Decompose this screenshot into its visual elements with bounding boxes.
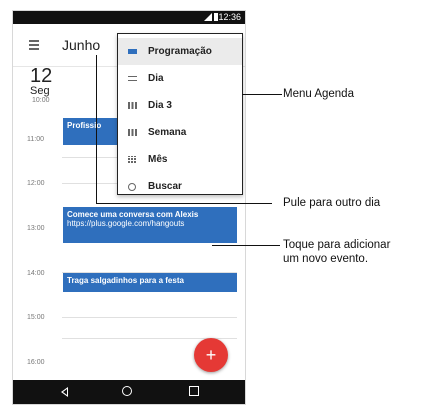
back-icon[interactable] <box>61 387 68 397</box>
menu-item-label: Dia 3 <box>148 100 172 111</box>
menu-item-label: Semana <box>148 127 187 138</box>
search-icon <box>128 183 136 191</box>
day-name[interactable]: Seg <box>30 85 50 97</box>
menu-item-label: Dia <box>148 73 164 84</box>
day-view-icon <box>128 76 137 81</box>
hamburger-menu-icon[interactable] <box>29 41 39 49</box>
week-icon <box>128 129 137 136</box>
menu-item-buscar[interactable]: Buscar <box>118 173 242 200</box>
callout-line <box>96 55 97 204</box>
menu-item-dia[interactable]: Dia <box>118 65 242 92</box>
event-title: Traga salgadinhos para a festa <box>67 276 184 285</box>
month-icon <box>128 156 137 163</box>
hour-label: 13:00 <box>27 225 45 232</box>
callout-line <box>212 245 280 246</box>
hour-label: 14:00 <box>27 270 45 277</box>
three-day-icon <box>128 102 137 109</box>
status-time: 12:36 <box>218 12 241 22</box>
menu-item-label: Mês <box>148 154 168 165</box>
view-menu: Programação Dia Dia 3 Semana Mês Buscar <box>117 33 243 195</box>
battery-icon <box>214 13 218 21</box>
event-title: Profissio <box>67 121 102 130</box>
home-icon[interactable] <box>122 386 132 396</box>
hour-label: 12:00 <box>27 180 45 187</box>
menu-item-semana[interactable]: Semana <box>118 119 242 146</box>
menu-item-mes[interactable]: Mês <box>118 146 242 173</box>
event-link: https://plus.google.com/hangouts <box>67 219 185 228</box>
menu-item-dia-3[interactable]: Dia 3 <box>118 92 242 119</box>
callout-line <box>242 94 282 95</box>
hour-label: 10:00 <box>32 97 50 104</box>
hour-gridline <box>62 317 237 318</box>
callout-add-event-line2: um novo evento. <box>283 253 369 265</box>
month-title[interactable]: Junho <box>62 37 100 53</box>
callout-add-event-line1: Toque para adicionar <box>283 239 391 251</box>
event-title: Comece uma conversa com Alexis <box>67 210 199 219</box>
hour-label: 15:00 <box>27 314 45 321</box>
hour-label: 16:00 <box>27 359 45 366</box>
event-card[interactable]: Profissio <box>63 118 119 145</box>
add-event-button[interactable]: + <box>194 338 228 372</box>
event-card[interactable]: Comece uma conversa com Alexis https://p… <box>63 207 237 243</box>
navigation-bar <box>13 380 245 404</box>
schedule-icon <box>128 49 137 54</box>
callout-menu-agenda: Menu Agenda <box>283 88 354 100</box>
menu-item-label: Programação <box>148 46 212 57</box>
callout-jump-day: Pule para outro dia <box>283 197 381 209</box>
callout-line <box>96 203 272 204</box>
signal-icon <box>204 13 212 21</box>
hour-label: 11:00 <box>27 136 44 143</box>
menu-item-label: Buscar <box>148 181 182 192</box>
recent-apps-icon[interactable] <box>189 386 199 396</box>
menu-item-programacao[interactable]: Programação <box>118 38 242 65</box>
phone-screen: 12:36 Junho 12 Seg 10:00 11:00 12:00 13:… <box>12 10 246 405</box>
event-card[interactable]: Traga salgadinhos para a festa <box>63 273 237 292</box>
status-bar: 12:36 <box>13 11 245 24</box>
